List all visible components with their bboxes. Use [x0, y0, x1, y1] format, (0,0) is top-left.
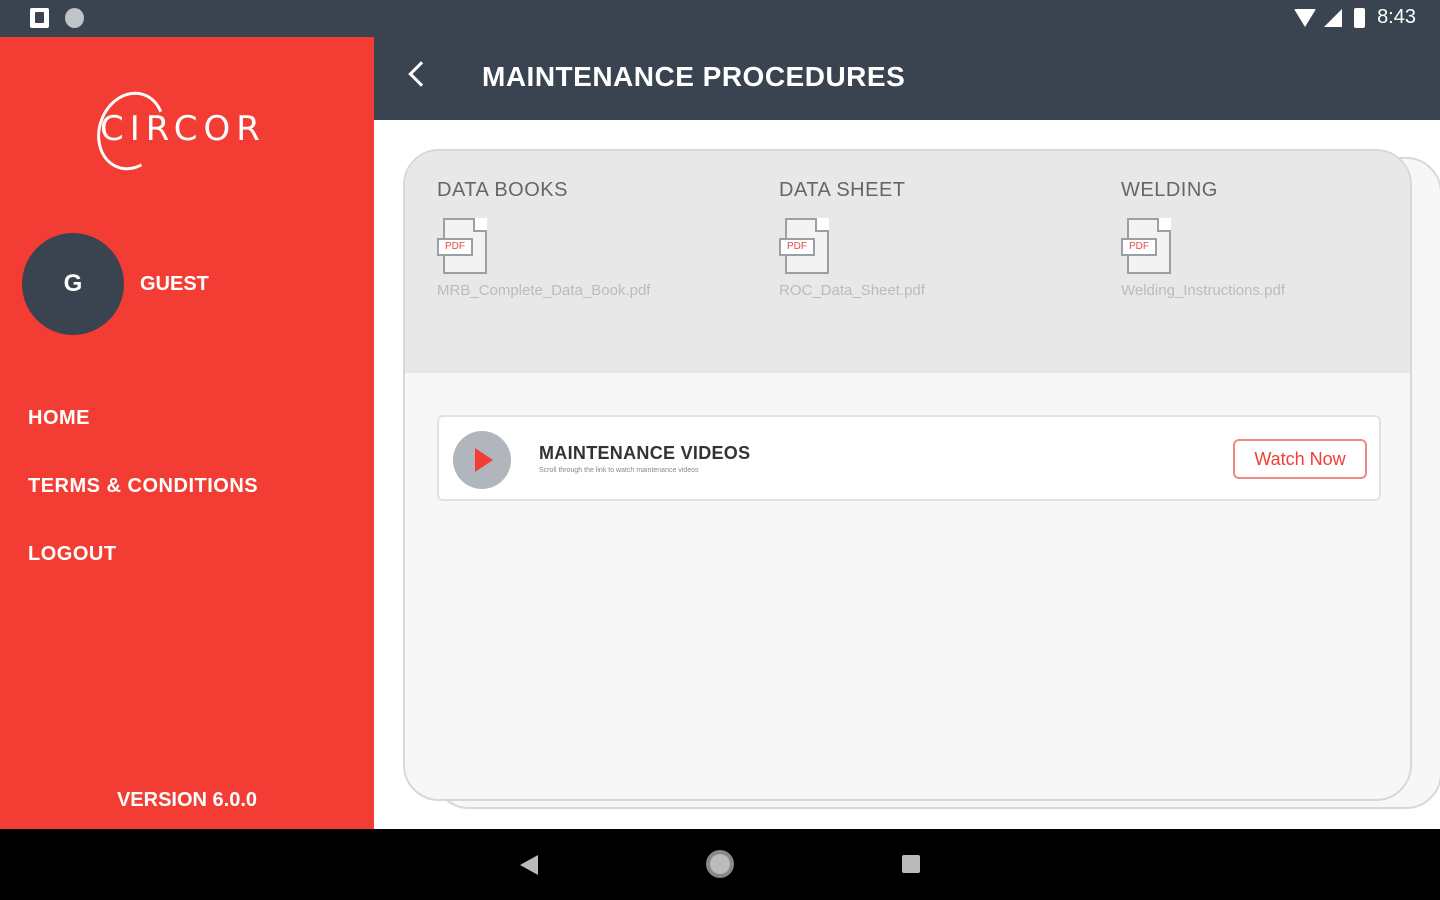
- pdf-tag: PDF: [437, 238, 473, 256]
- sidebar-item-terms[interactable]: TERMS & CONDITIONS: [28, 475, 258, 543]
- pdf-icon[interactable]: PDF: [779, 218, 833, 276]
- back-arrow-icon[interactable]: [408, 61, 434, 87]
- watch-now-button[interactable]: Watch Now: [1233, 439, 1367, 479]
- content-card: DATA BOOKS PDF MRB_Complete_Data_Book.pd…: [403, 149, 1412, 801]
- logo-text: CIRCOR: [100, 109, 266, 149]
- page-title: MAINTENANCE PROCEDURES: [482, 61, 906, 92]
- document-welding[interactable]: WELDING PDF Welding_Instructions.pdf: [1121, 179, 1410, 299]
- document-heading: DATA SHEET: [779, 179, 906, 201]
- document-heading: WELDING: [1121, 179, 1218, 201]
- battery-icon: [1354, 7, 1366, 28]
- videos-subtitle: Scroll through the link to watch mainten…: [539, 467, 699, 474]
- wifi-icon: [1294, 8, 1317, 27]
- document-filename[interactable]: ROC_Data_Sheet.pdf: [779, 282, 1079, 299]
- circle-icon: [65, 8, 84, 28]
- user-name: GUEST: [140, 273, 209, 295]
- signal-icon: [1324, 8, 1343, 27]
- document-heading: DATA BOOKS: [437, 179, 568, 201]
- status-bar: 8:43: [0, 0, 1440, 809]
- nav-recents-icon[interactable]: [902, 855, 920, 873]
- system-nav-bar: [0, 829, 1440, 900]
- avatar[interactable]: G: [22, 233, 124, 335]
- pdf-icon[interactable]: PDF: [437, 218, 491, 276]
- pdf-icon[interactable]: PDF: [1121, 218, 1175, 276]
- status-bar-right: 8:43: [1294, 6, 1416, 29]
- play-icon[interactable]: [453, 431, 511, 489]
- pdf-tag: PDF: [779, 238, 815, 256]
- status-bar-left: [30, 8, 1440, 809]
- document-filename[interactable]: MRB_Complete_Data_Book.pdf: [437, 282, 737, 299]
- pdf-fold-shape: [1157, 218, 1171, 232]
- toolbar: MAINTENANCE PROCEDURES: [374, 37, 1440, 120]
- pdf-fold-shape: [815, 218, 829, 232]
- nav-home-icon[interactable]: [706, 850, 734, 878]
- videos-title: MAINTENANCE VIDEOS: [539, 443, 751, 463]
- notification-icon: [30, 8, 49, 28]
- pdf-fold-shape: [473, 218, 487, 232]
- documents-section: DATA BOOKS PDF MRB_Complete_Data_Book.pd…: [405, 151, 1410, 373]
- nav-back-icon[interactable]: [520, 855, 538, 875]
- status-time: 8:43: [1377, 6, 1416, 28]
- circor-logo: CIRCOR: [86, 82, 280, 180]
- sidebar-item-logout[interactable]: LOGOUT: [28, 543, 258, 611]
- pdf-tag: PDF: [1121, 238, 1157, 256]
- document-filename[interactable]: Welding_Instructions.pdf: [1121, 282, 1410, 299]
- document-data-sheet[interactable]: DATA SHEET PDF ROC_Data_Sheet.pdf: [779, 179, 1079, 299]
- sidebar: CIRCOR G GUEST HOME TERMS & CONDITIONS L…: [0, 37, 374, 829]
- version-label: VERSION 6.0.0: [116, 789, 258, 811]
- document-data-books[interactable]: DATA BOOKS PDF MRB_Complete_Data_Book.pd…: [437, 179, 737, 299]
- maintenance-videos-row: MAINTENANCE VIDEOS Scroll through the li…: [437, 415, 1381, 501]
- sidebar-nav: HOME TERMS & CONDITIONS LOGOUT: [28, 407, 258, 611]
- sidebar-item-home[interactable]: HOME: [28, 407, 258, 475]
